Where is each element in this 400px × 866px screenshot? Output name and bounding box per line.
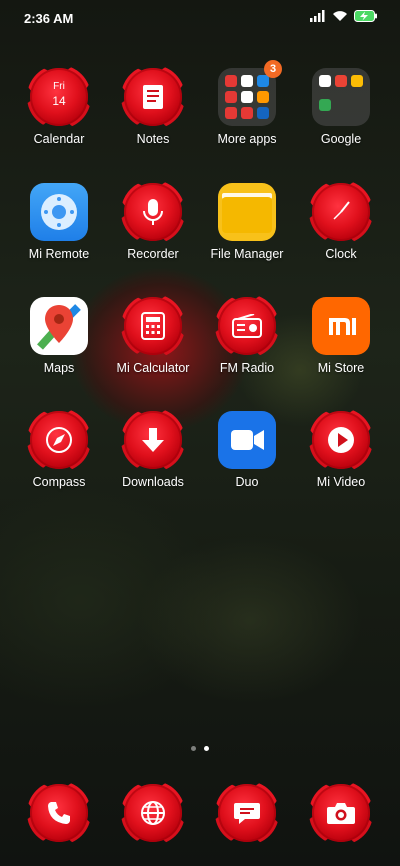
mi-logo-icon — [312, 297, 370, 355]
app-compass[interactable]: Compass — [11, 408, 107, 489]
phone-icon — [27, 781, 91, 845]
dock — [0, 781, 400, 845]
remote-icon — [30, 183, 88, 241]
calendar-day: Fri — [53, 81, 65, 92]
status-time: 2:36 AM — [24, 11, 74, 26]
play-icon — [309, 408, 373, 472]
notification-badge: 3 — [264, 60, 282, 78]
video-camera-icon — [218, 411, 276, 469]
camera-icon — [309, 781, 373, 845]
battery-charging-icon — [354, 10, 377, 22]
app-maps[interactable]: Maps — [11, 297, 107, 375]
app-mi-store[interactable]: Mi Store — [293, 297, 389, 375]
app-label: Recorder — [127, 247, 179, 261]
app-label: Mi Store — [317, 361, 365, 375]
folder-google[interactable]: Google — [293, 68, 389, 146]
app-label: Google — [320, 132, 362, 146]
download-arrow-icon — [121, 408, 185, 472]
status-icons — [310, 10, 378, 22]
dock-messages[interactable] — [199, 781, 295, 845]
app-label: Downloads — [122, 475, 184, 489]
app-clock[interactable]: Clock — [293, 180, 389, 261]
app-label: More apps — [217, 132, 277, 146]
calendar-icon: Fri 14 — [27, 65, 91, 129]
app-mi-video[interactable]: Mi Video — [293, 408, 389, 489]
app-mi-calculator[interactable]: Mi Calculator — [105, 294, 201, 375]
app-file-manager[interactable]: File Manager — [199, 183, 295, 261]
app-label: File Manager — [210, 247, 284, 261]
notes-icon — [121, 65, 185, 129]
signal-icon — [310, 10, 325, 22]
folder-more-apps[interactable]: 3 More apps — [199, 60, 295, 146]
app-downloads[interactable]: Downloads — [105, 408, 201, 489]
page-dot[interactable] — [191, 746, 196, 751]
calculator-icon — [121, 294, 185, 358]
compass-icon — [27, 408, 91, 472]
dock-camera[interactable] — [293, 781, 389, 845]
page-indicator — [0, 746, 400, 751]
microphone-icon — [121, 180, 185, 244]
app-label: Maps — [43, 361, 75, 375]
app-label: Notes — [136, 132, 170, 146]
globe-icon — [121, 781, 185, 845]
app-calendar[interactable]: Fri 14 Calendar — [11, 65, 107, 146]
app-recorder[interactable]: Recorder — [105, 180, 201, 261]
maps-icon — [30, 297, 88, 355]
page-dot-active[interactable] — [204, 746, 209, 751]
calendar-date: 14 — [52, 94, 66, 108]
clock-icon — [309, 180, 373, 244]
folder-icon: 3 — [218, 60, 282, 126]
app-duo[interactable]: Duo — [199, 411, 295, 489]
app-label: Mi Remote — [28, 247, 90, 261]
app-mi-remote[interactable]: Mi Remote — [11, 183, 107, 261]
app-label: Clock — [325, 247, 357, 261]
google-folder-icon — [312, 68, 370, 126]
radio-icon — [215, 294, 279, 358]
app-label: Mi Calculator — [116, 361, 190, 375]
app-label: Mi Video — [316, 475, 366, 489]
dock-phone[interactable] — [11, 781, 107, 845]
dock-browser[interactable] — [105, 781, 201, 845]
app-label: Compass — [32, 475, 86, 489]
message-icon — [215, 781, 279, 845]
app-label: Calendar — [33, 132, 85, 146]
status-bar: 2:36 AM — [0, 0, 400, 36]
app-notes[interactable]: Notes — [105, 65, 201, 146]
app-fm-radio[interactable]: FM Radio — [199, 294, 295, 375]
wifi-icon — [333, 11, 347, 21]
folder-file-icon — [218, 183, 276, 241]
app-label: FM Radio — [219, 361, 275, 375]
app-label: Duo — [235, 475, 259, 489]
